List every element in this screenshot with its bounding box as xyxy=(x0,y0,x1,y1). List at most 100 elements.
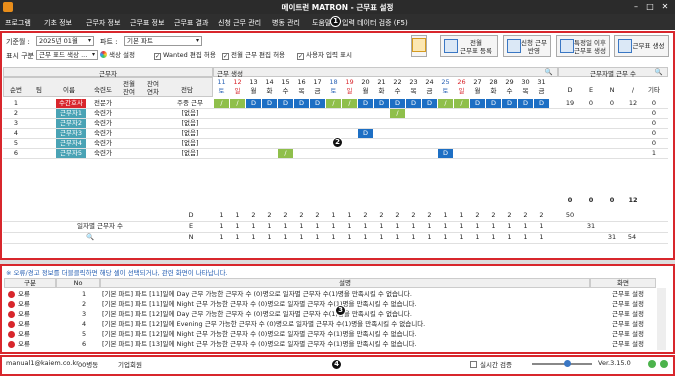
schedule-cell: D xyxy=(294,99,309,108)
menu-program[interactable]: 프로그램 xyxy=(5,18,31,28)
schedule-cell: D xyxy=(406,99,421,108)
minimize-button[interactable]: – xyxy=(629,1,643,13)
count-header: 근무자별 근무 수 🔍 xyxy=(558,67,668,78)
day-number: 21 xyxy=(377,78,386,86)
message-row[interactable]: 오류 4 [기본 파트] 파트 [12]일에 Evening 근무 가능한 근무자 … xyxy=(2,320,662,329)
daily-value: 2 xyxy=(395,211,400,219)
status-ok-icon xyxy=(648,360,656,368)
menu-schedule-result[interactable]: 근무표 결과 xyxy=(174,18,208,28)
display-label: 표시 구분 : xyxy=(6,52,39,60)
day-number: 18 xyxy=(329,78,338,86)
message-desc: [기본 파트] 파트 [13]일에 Night 근무 가능한 근무자 수 (0)… xyxy=(102,340,417,348)
day-number: 15 xyxy=(281,78,290,86)
row-name: 근무자4 xyxy=(56,139,86,148)
row-skill: 숙련가 xyxy=(94,139,112,147)
error-icon xyxy=(8,331,15,338)
schedule-cell: D xyxy=(390,99,405,108)
message-row[interactable]: 오류 6 [기본 파트] 파트 [13]일에 Night 근무 가능한 근무자 수 … xyxy=(2,340,662,349)
daily-key: E xyxy=(188,222,194,230)
day-number: 24 xyxy=(425,78,434,86)
zoom-slider[interactable] xyxy=(532,360,592,367)
day-number: 29 xyxy=(505,78,514,86)
schedule-cell: D xyxy=(422,99,437,108)
row-count: 0 xyxy=(651,99,657,107)
msg-col-screen: 화면 xyxy=(590,278,656,288)
daily-extra: 54 xyxy=(627,233,637,241)
daily-value: 1 xyxy=(219,233,224,241)
schedule-cell: / xyxy=(214,99,229,108)
message-screen: 근무표 설정 xyxy=(612,300,644,308)
copy-icon xyxy=(412,38,426,52)
menu-schedule-info[interactable]: 근무표 정보 xyxy=(130,18,164,28)
message-scrollbar[interactable] xyxy=(657,288,666,350)
message-row[interactable]: 오류 2 [기본 파트] 파트 [11]일에 Night 근무 가능한 근무자 수 … xyxy=(2,300,662,309)
error-icon xyxy=(8,321,15,328)
daily-value: 2 xyxy=(299,211,304,219)
daily-value: 1 xyxy=(235,222,240,230)
daily-value: 1 xyxy=(219,222,224,230)
daily-value: 1 xyxy=(411,222,416,230)
schedule-cell: D xyxy=(246,99,261,108)
row-name: 근무자5 xyxy=(56,149,86,158)
count-col: 기타 xyxy=(648,86,660,94)
maximize-button[interactable]: □ xyxy=(643,1,657,13)
message-row[interactable]: 오류 3 [기본 파트] 파트 [12]일에 Day 근무 가능한 근무자 수 (0… xyxy=(2,310,662,319)
menu-ward-manage[interactable]: 병동 관리 xyxy=(272,18,300,28)
apply-request-button[interactable]: 신청 근무 반영 xyxy=(503,35,551,57)
realtime-validate-checkbox[interactable]: 실시간 검증 xyxy=(470,359,512,369)
message-type: 오류 xyxy=(18,340,30,348)
day-number: 13 xyxy=(249,78,258,86)
menu-validate[interactable]: 입력 데이터 검증 (F5) xyxy=(342,18,408,28)
prev-month-register-button[interactable]: 전월 근무표 등록 xyxy=(440,35,498,57)
menu-basic-info[interactable]: 기초 정보 xyxy=(44,18,72,28)
part-select[interactable]: 기본 파트 ▾ xyxy=(124,36,202,46)
menu-help[interactable]: 도움말 xyxy=(312,18,331,28)
display-select[interactable]: 근무 표드 색상 ... ▾ xyxy=(36,50,98,60)
daily-value: 1 xyxy=(539,233,544,241)
row-skill: 숙련가 xyxy=(94,129,112,137)
day-number: 23 xyxy=(409,78,418,86)
status-email: manual1@kaiem.co.kr xyxy=(6,359,79,367)
message-type: 오류 xyxy=(18,290,30,298)
worker-header: 근무자 xyxy=(3,67,213,78)
total-count: 0 xyxy=(588,196,594,204)
copy-button[interactable] xyxy=(411,35,427,57)
show-user-input-checkbox[interactable]: ✓ 사용자 입력 표시 xyxy=(297,51,352,60)
search-icon-3[interactable]: 🔍 xyxy=(85,233,95,242)
day-weekday: 토 xyxy=(218,87,225,95)
wanted-edit-checkbox[interactable]: ✓ Wanted 편집 허용 xyxy=(154,51,216,60)
title-bar: 메이트런 MATRON - 근무표 설정 – □ ✕ xyxy=(0,0,675,14)
prev-month-edit-checkbox[interactable]: ✓ 전월 근무 편집 허용 xyxy=(222,51,285,60)
message-desc: [기본 파트] 파트 [12]일에 Night 근무 가능한 근무자 수 (0)… xyxy=(102,330,417,338)
schedule-cell: D xyxy=(278,99,293,108)
daily-value: 1 xyxy=(299,233,304,241)
close-button[interactable]: ✕ xyxy=(658,1,672,13)
daily-value: 1 xyxy=(299,222,304,230)
message-row[interactable]: 오류 5 [기본 파트] 파트 [12]일에 Night 근무 가능한 근무자 수 … xyxy=(2,330,662,339)
daily-value: 2 xyxy=(411,211,416,219)
col-consecutive: 전월 잔여 xyxy=(123,80,135,96)
msg-col-desc: 설명 xyxy=(100,278,590,288)
daily-value: 2 xyxy=(539,211,544,219)
row-count: 12 xyxy=(628,99,638,107)
special-date-create-button[interactable]: 특정일 이후 근무표 생성 xyxy=(556,35,610,57)
day-weekday: 금 xyxy=(538,87,545,95)
row-name: 근무자3 xyxy=(56,129,86,138)
row-duty: 주중 근무 xyxy=(177,99,203,107)
row-count: 0 xyxy=(651,119,657,127)
period-select[interactable]: 2025년 01월 ▾ xyxy=(36,36,94,46)
status-ok-icon-2 xyxy=(660,360,668,368)
message-desc: [기본 파트] 파트 [12]일에 Evening 근무 가능한 근무자 수 (… xyxy=(102,320,426,328)
day-weekday: 토 xyxy=(442,87,449,95)
menu-worker-info[interactable]: 근무자 정보 xyxy=(86,18,120,28)
message-row[interactable]: 오류 1 [기본 파트] 파트 [11]일에 Day 근무 가능한 근무자 수 (0… xyxy=(2,290,662,299)
menu-request-manage[interactable]: 신청 근무 관리 xyxy=(218,18,261,28)
schedule-cell: D xyxy=(310,99,325,108)
row-duty: [없음] xyxy=(181,109,199,117)
error-icon xyxy=(8,311,15,318)
color-setting-button[interactable]: 색상 설정 xyxy=(100,51,135,60)
row-count: 0 xyxy=(651,129,657,137)
create-schedule-button[interactable]: 근무표 생성 xyxy=(614,35,669,57)
daily-value: 1 xyxy=(347,211,352,219)
error-icon xyxy=(8,291,15,298)
